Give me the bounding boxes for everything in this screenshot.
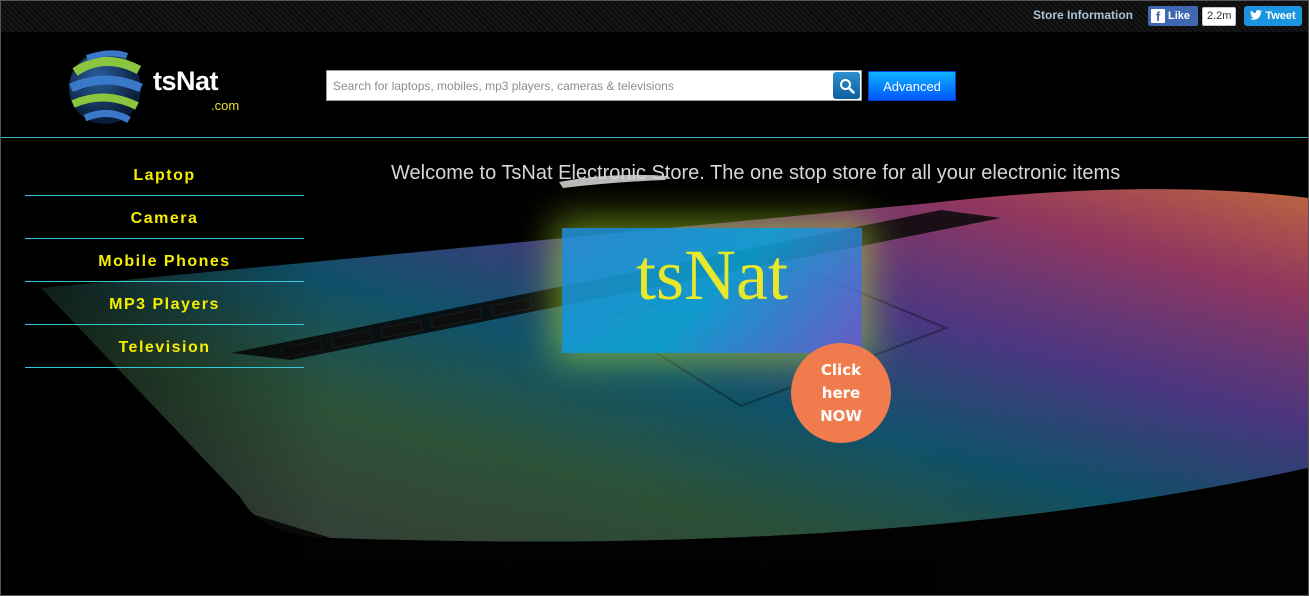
tweet-label: Tweet xyxy=(1265,10,1296,22)
nav-item-camera[interactable]: Camera xyxy=(25,196,304,239)
facebook-icon: f xyxy=(1151,9,1165,23)
nav-item-mp3-players[interactable]: MP3 Players xyxy=(25,282,304,325)
tweet-button[interactable]: Tweet xyxy=(1244,6,1302,26)
logo-suffix: .com xyxy=(211,98,240,113)
search-box xyxy=(326,70,862,101)
site-header: tsNat .com Advanced xyxy=(1,32,1308,138)
category-nav: Laptop Camera Mobile Phones MP3 Players … xyxy=(25,153,304,368)
search-button[interactable] xyxy=(833,72,860,99)
nav-item-television[interactable]: Television xyxy=(25,325,304,368)
store-information-link[interactable]: Store Information xyxy=(1033,8,1133,22)
welcome-message: Welcome to TsNat Electronic Store. The o… xyxy=(391,162,1121,184)
page: Store Information f Like 2.2m Tweet tsNa… xyxy=(0,0,1309,596)
globe-logo-icon xyxy=(69,50,143,124)
hero-section: Laptop Camera Mobile Phones MP3 Players … xyxy=(1,138,1308,595)
click-here-now-button[interactable]: Click here NOW xyxy=(791,343,891,443)
promo-banner[interactable]: tsNat xyxy=(562,228,862,353)
cta-line-2: here xyxy=(821,383,861,402)
nav-item-mobile-phones[interactable]: Mobile Phones xyxy=(25,239,304,282)
twitter-icon xyxy=(1250,9,1263,23)
logo-name: tsNat xyxy=(153,66,219,96)
advanced-search-button[interactable]: Advanced xyxy=(868,71,956,101)
facebook-like-button[interactable]: f Like xyxy=(1148,6,1198,26)
promo-brand-text: tsNat xyxy=(636,235,788,315)
search-input[interactable] xyxy=(327,71,827,100)
facebook-like-label: Like xyxy=(1168,10,1191,22)
facebook-like-count: 2.2m xyxy=(1202,7,1237,26)
site-logo[interactable]: tsNat .com xyxy=(65,42,249,134)
cta-line-1: Click xyxy=(820,360,862,379)
search-icon xyxy=(839,78,855,94)
top-bar: Store Information f Like 2.2m Tweet xyxy=(1,1,1308,32)
nav-item-laptop[interactable]: Laptop xyxy=(25,153,304,196)
cta-line-3: NOW xyxy=(820,406,862,425)
